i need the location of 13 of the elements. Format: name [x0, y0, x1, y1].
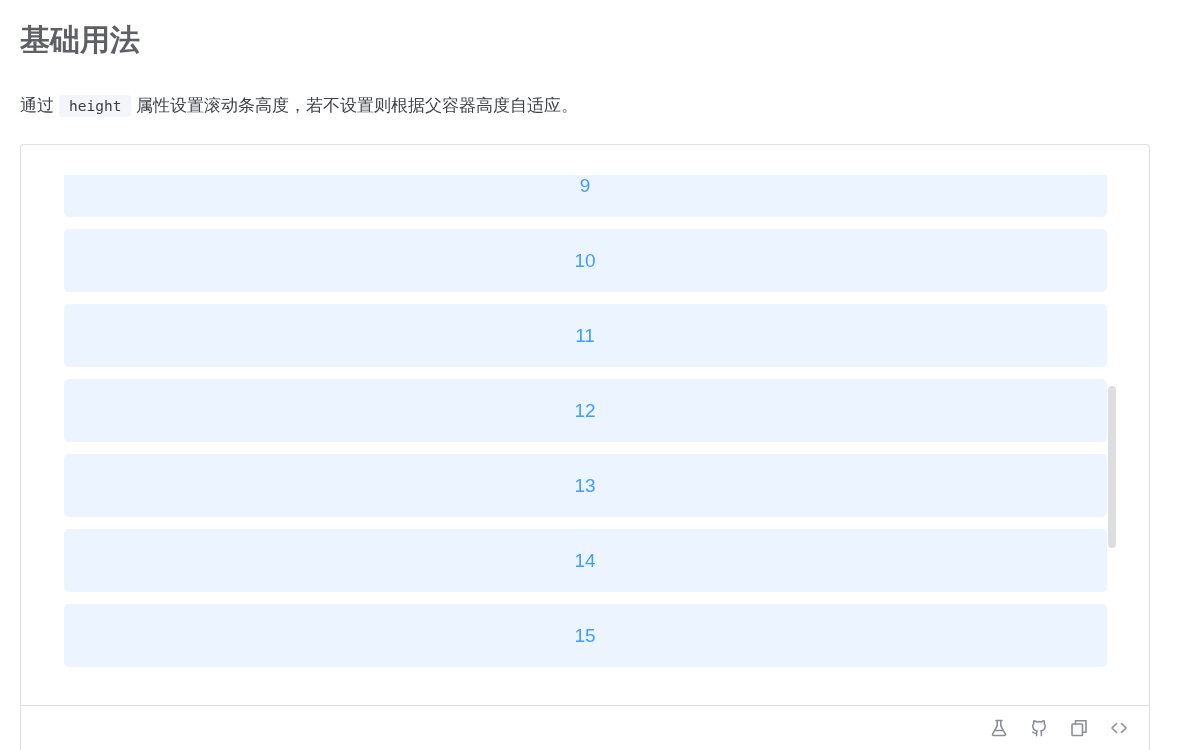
description-text: 通过 height 属性设置滚动条高度，若不设置则根据父容器高度自适应。 — [20, 94, 579, 119]
list-item: 11 — [63, 304, 1107, 367]
list-item: 12 — [63, 379, 1107, 442]
list-item: 13 — [63, 454, 1107, 517]
section-title: 基础用法 — [20, 21, 140, 59]
list-item: 10 — [63, 229, 1107, 292]
list-item: 14 — [63, 529, 1107, 592]
list-item: 9 — [63, 175, 1107, 217]
flask-icon[interactable] — [990, 719, 1008, 737]
github-icon[interactable] — [1030, 719, 1048, 737]
scrollbar-thumb[interactable] — [1108, 386, 1116, 548]
list-item: 15 — [63, 604, 1107, 667]
copy-icon[interactable] — [1070, 719, 1088, 737]
